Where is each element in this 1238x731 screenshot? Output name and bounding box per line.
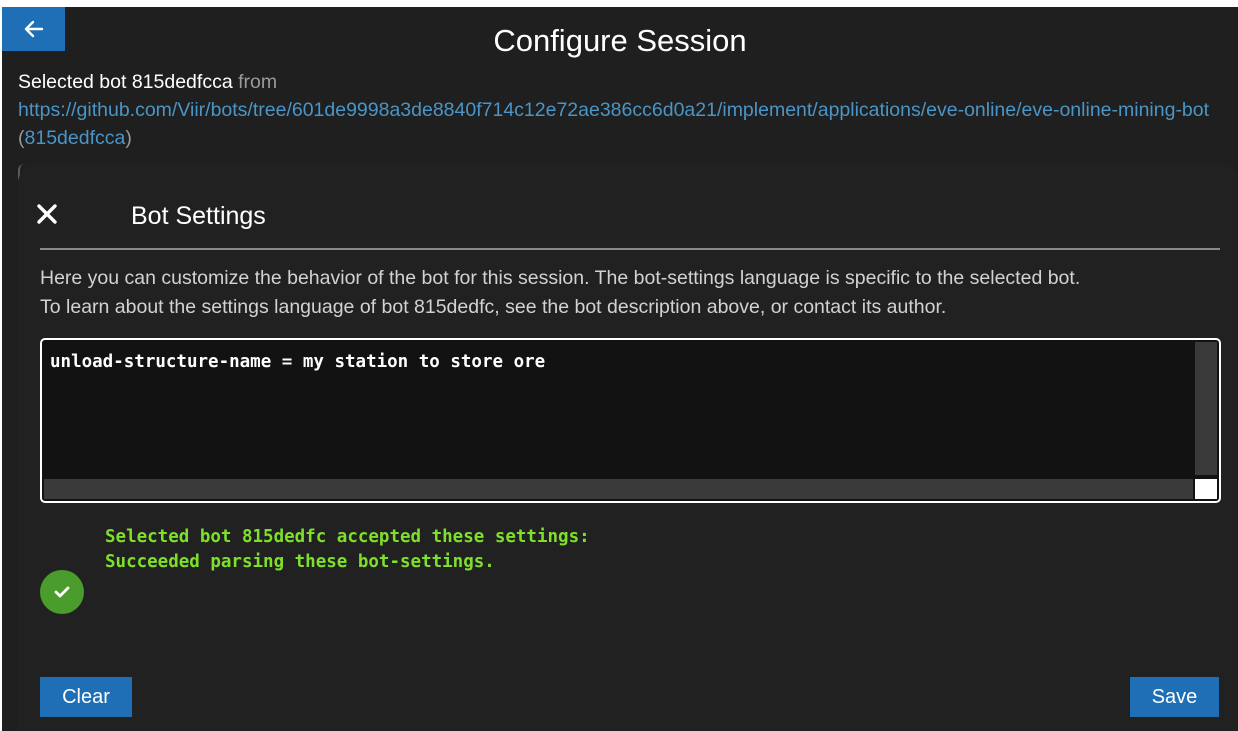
- bot-source-info: Selected bot 815dedfcca from https://gith…: [18, 68, 1222, 152]
- configure-session-window: Configure Session Selected bot 815dedfcc…: [2, 7, 1238, 731]
- settings-help-text: Here you can customize the behavior of t…: [40, 264, 1232, 322]
- title-divider: [40, 248, 1220, 250]
- status-line-1: Selected bot 815dedfc accepted these set…: [105, 527, 590, 547]
- check-circle-icon: [54, 586, 70, 598]
- resize-handle[interactable]: [1195, 479, 1217, 499]
- help-line-2: To learn about the settings language of …: [40, 296, 947, 318]
- status-line-2: Succeeded parsing these bot-settings.: [105, 552, 495, 572]
- bot-id-link[interactable]: 815dedfcca: [25, 127, 126, 149]
- settings-status-indicator: [40, 570, 84, 614]
- settings-status-message: Selected bot 815dedfc accepted these set…: [105, 525, 590, 575]
- from-label: from: [232, 71, 278, 93]
- close-icon: [37, 204, 57, 224]
- bot-repo-link[interactable]: https://github.com/Viir/bots/tree/601de9…: [18, 99, 1209, 121]
- bot-settings-input[interactable]: unload-structure-name = my station to st…: [50, 350, 1180, 470]
- help-line-1: Here you can customize the behavior of t…: [40, 267, 1081, 289]
- selected-bot-label: Selected bot 815dedfcca: [18, 71, 233, 93]
- dialog-title: Bot Settings: [131, 202, 266, 230]
- horizontal-scrollbar[interactable]: [44, 479, 1193, 499]
- clear-button[interactable]: Clear: [40, 677, 132, 717]
- close-dialog-button[interactable]: [33, 200, 61, 228]
- save-button[interactable]: Save: [1130, 677, 1219, 717]
- bot-settings-editor: unload-structure-name = my station to st…: [40, 338, 1221, 503]
- page-title: Configure Session: [493, 23, 747, 58]
- close-paren: ): [125, 127, 132, 149]
- vertical-scrollbar[interactable]: [1195, 342, 1217, 475]
